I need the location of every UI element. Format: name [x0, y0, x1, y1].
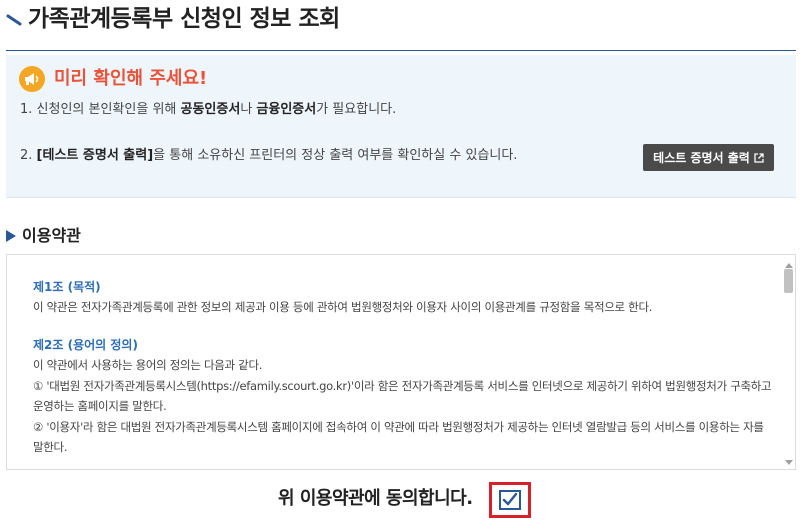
notice-line-1-mid: 나: [240, 102, 257, 117]
notice-line-2-prefix: 2.: [20, 148, 37, 163]
notice-line-1-suffix: 가 필요합니다.: [316, 102, 397, 117]
terms-scrollbar[interactable]: [783, 263, 795, 465]
notice-line-2-suffix: 을 통해 소유하신 프린터의 정상 출력 여부를 확인하실 수 있습니다.: [153, 148, 518, 163]
terms-article-2-item-1: ① '대법원 전자가족관계등록시스템(https://efamily.scour…: [33, 379, 772, 413]
notice-line-1-prefix: 1. 신청인의 본인확인을 위해: [20, 102, 181, 117]
external-link-icon: [754, 152, 764, 163]
terms-article-2-intro: 이 약관에서 사용하는 용어의 정의는 다음과 같다.: [33, 358, 263, 372]
terms-article-2-item-2: ② '이용자'라 함은 대법원 전자가족관계등록시스템 홈페이지에 접속하여 이…: [33, 420, 764, 454]
terms-agree-label[interactable]: 위 이용약관에 동의합니다.: [278, 486, 473, 512]
notice-line-2: 2. [테스트 증명서 출력]을 통해 소유하신 프린터의 정상 출력 여부를 …: [20, 147, 517, 165]
scroll-thumb[interactable]: [784, 269, 793, 293]
terms-scroll-box[interactable]: 제1조 (목적) 이 약관은 전자가족관계등록에 관한 정보의 제공과 이용 등…: [6, 254, 796, 470]
agree-checkbox-highlight: [489, 482, 531, 518]
notice-box: 미리 확인해 주세요! 1. 신청인의 본인확인을 위해 공동인증서나 금융인증…: [6, 55, 796, 198]
diagonal-slash-icon: [6, 14, 22, 26]
megaphone-icon: [19, 66, 45, 92]
terms-section-title: 이용약관: [22, 226, 81, 245]
notice-cert-financial: 금융인증서: [256, 102, 317, 117]
notice-title: 미리 확인해 주세요!: [54, 68, 208, 89]
notice-line-2-bold: [테스트 증명서 출력]: [36, 148, 154, 163]
terms-agree-checkbox[interactable]: [499, 490, 521, 510]
triangle-right-icon: [6, 230, 16, 242]
page-title: 가족관계등록부 신청인 정보 조회: [28, 6, 340, 32]
terms-article-1-title: 제1조 (목적): [33, 280, 101, 294]
test-certificate-print-label: 테스트 증명서 출력: [653, 151, 750, 165]
test-certificate-print-button[interactable]: 테스트 증명서 출력: [643, 144, 774, 171]
page-header: 가족관계등록부 신청인 정보 조회: [0, 0, 800, 50]
notice-line-1: 1. 신청인의 본인확인을 위해 공동인증서나 금융인증서가 필요합니다.: [20, 101, 396, 119]
title-divider: [6, 50, 796, 51]
terms-article-1-text: 이 약관은 전자가족관계등록에 관한 정보의 제공과 이용 등에 관하여 법원행…: [33, 300, 653, 314]
terms-article-2-title: 제2조 (용어의 정의): [33, 338, 138, 352]
scroll-down-arrow-icon[interactable]: [785, 460, 793, 465]
checkmark-icon: [502, 492, 518, 506]
scroll-up-arrow-icon[interactable]: [785, 263, 793, 268]
notice-cert-joint: 공동인증서: [180, 102, 241, 117]
